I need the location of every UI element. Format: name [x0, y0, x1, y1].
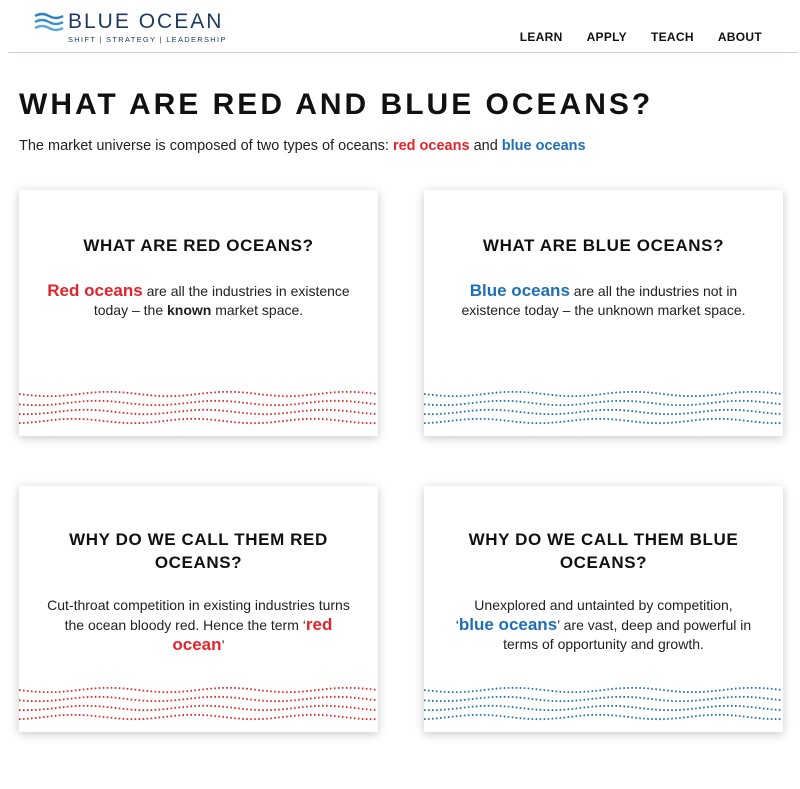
- card-lead: Blue oceans: [469, 281, 570, 300]
- card-body: Red oceans are all the industries in exi…: [45, 281, 352, 320]
- intro-text: The market universe is composed of two t…: [19, 138, 586, 154]
- nav-apply[interactable]: APPLY: [587, 30, 627, 44]
- blue-waves-decoration: [424, 686, 782, 721]
- nav-teach[interactable]: TEACH: [651, 30, 694, 44]
- wave-line: [424, 695, 782, 703]
- wave-line: [424, 390, 782, 398]
- wave-line: [19, 713, 377, 721]
- wave-line: [424, 686, 782, 694]
- wave-line: [424, 399, 782, 407]
- card-title: WHY DO WE CALL THEM BLUE OCEANS?: [468, 530, 739, 572]
- quote-close: ’: [221, 637, 225, 653]
- card-what-blue-oceans: WHAT ARE BLUE OCEANS? Blue oceans are al…: [424, 190, 783, 436]
- card-text-end: market space.: [211, 302, 304, 318]
- intro-red-oceans: red oceans: [392, 138, 470, 154]
- red-waves-decoration: [19, 390, 377, 425]
- nav-about[interactable]: ABOUT: [718, 30, 762, 44]
- page-title: WHAT ARE RED AND BLUE OCEANS?: [19, 88, 654, 121]
- wave-line: [19, 408, 377, 416]
- logo-tagline: SHIFT | STRATEGY | LEADERSHIP: [68, 35, 227, 44]
- card-why-blue-oceans: WHY DO WE CALL THEM BLUE OCEANS? Unexplo…: [424, 486, 783, 732]
- card-body: Cut-throat competition in existing indus…: [45, 596, 352, 655]
- logo-wordmark: BLUE OCEAN: [68, 10, 224, 33]
- card-body: Unexplored and untainted by competition,…: [450, 596, 757, 654]
- blue-waves-decoration: [424, 390, 782, 425]
- card-text: Unexplored and untainted by competition,: [474, 597, 733, 613]
- card-highlight: blue oceans: [458, 615, 558, 634]
- intro-blue-oceans: blue oceans: [501, 138, 586, 154]
- card-title: WHY DO WE CALL THEM RED OCEANS?: [69, 530, 328, 572]
- wave-line: [424, 704, 782, 712]
- card-body: Blue oceans are all the industries not i…: [450, 281, 757, 320]
- card-title: WHAT ARE RED OCEANS?: [83, 236, 314, 255]
- wave-line: [424, 417, 782, 425]
- intro-middle: and: [469, 138, 502, 154]
- wave-line: [19, 399, 377, 407]
- card-title: WHAT ARE BLUE OCEANS?: [482, 236, 725, 255]
- intro-prefix: The market universe is composed of two t…: [19, 138, 393, 154]
- wave-line: [19, 417, 377, 425]
- main-nav: LEARN APPLY TEACH ABOUT: [520, 30, 762, 44]
- red-waves-decoration: [19, 686, 377, 721]
- wave-line: [19, 704, 377, 712]
- wave-line: [19, 686, 377, 694]
- card-lead: Red oceans: [47, 281, 143, 300]
- wave-line: [424, 713, 782, 721]
- logo[interactable]: BLUE OCEAN SHIFT | STRATEGY | LEADERSHIP: [34, 10, 234, 46]
- card-why-red-oceans: WHY DO WE CALL THEM RED OCEANS? Cut-thro…: [19, 486, 378, 732]
- wave-line: [19, 390, 377, 398]
- waves-logo-icon: [34, 12, 64, 32]
- wave-line: [424, 408, 782, 416]
- wave-line: [19, 695, 377, 703]
- card-what-red-oceans: WHAT ARE RED OCEANS? Red oceans are all …: [19, 190, 378, 436]
- nav-learn[interactable]: LEARN: [520, 30, 563, 44]
- site-header: BLUE OCEAN SHIFT | STRATEGY | LEADERSHIP…: [8, 0, 798, 53]
- card-bold-word: known: [167, 302, 212, 318]
